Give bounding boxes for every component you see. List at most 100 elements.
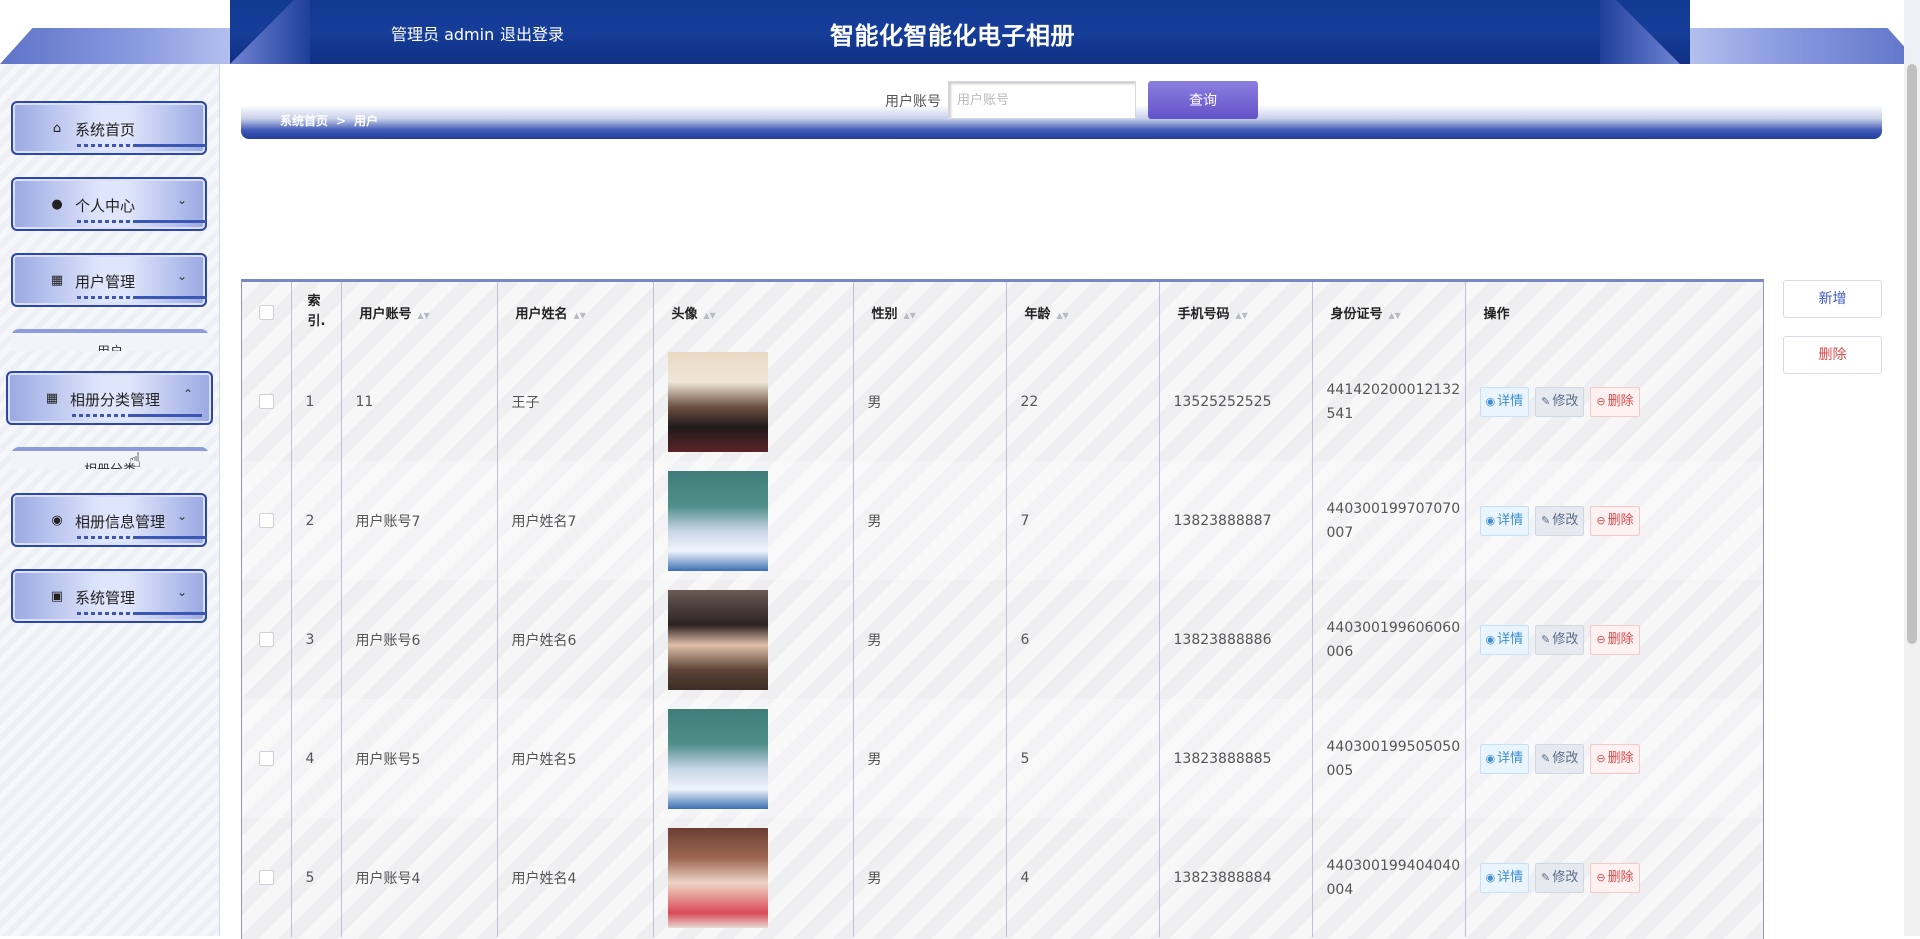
avatar-image[interactable]: [667, 589, 768, 690]
avatar-image[interactable]: [667, 708, 768, 809]
cell-id-number: 440300199505050 005: [1312, 699, 1466, 818]
row-checkbox[interactable]: [258, 870, 274, 885]
sidebar-item-album-info-management[interactable]: ◉ 相册信息管理 ⌄: [11, 493, 207, 547]
chevron-down-icon: ⌄: [176, 269, 187, 283]
sort-icon[interactable]: ▲▼: [1236, 311, 1248, 320]
detail-button[interactable]: ◉ 详情: [1479, 386, 1530, 417]
detail-button[interactable]: ◉ 详情: [1479, 505, 1530, 536]
search-button[interactable]: 查询: [1148, 81, 1258, 119]
cell-index: 1: [291, 342, 342, 461]
edit-button[interactable]: ✎ 修改: [1535, 624, 1585, 655]
delete-button[interactable]: ⊖ 删除: [1590, 386, 1640, 417]
chevron-up-icon: ⌃: [182, 387, 193, 401]
sort-icon[interactable]: ▲▼: [418, 311, 430, 320]
decor-dash: [137, 536, 207, 539]
cell-phone: 13823888887: [1159, 461, 1313, 580]
sidebar-item-user-management[interactable]: ▦ 用户管理 ⌄: [11, 253, 207, 307]
column-header-account[interactable]: 用户账号 ▲▼: [341, 282, 498, 342]
scrollbar-thumb[interactable]: [1907, 64, 1917, 644]
sort-icon[interactable]: ▲▼: [574, 311, 586, 320]
column-header-actions: 操作: [1465, 282, 1763, 342]
cell-account: 用户账号6: [341, 580, 498, 699]
eye-icon: ◉: [1485, 751, 1496, 765]
breadcrumb-current: 用户: [354, 114, 379, 128]
detail-button[interactable]: ◉ 详情: [1479, 862, 1530, 893]
vertical-scrollbar[interactable]: [1904, 64, 1920, 936]
sidebar-item-label: 相册分类管理: [70, 391, 161, 409]
delete-button[interactable]: ⊖ 删除: [1590, 862, 1640, 893]
row-checkbox[interactable]: [258, 632, 274, 647]
detail-label: 详情: [1497, 512, 1524, 528]
detail-button[interactable]: ◉ 详情: [1479, 743, 1530, 774]
column-header-avatar[interactable]: 头像 ▲▼: [653, 282, 854, 342]
add-button[interactable]: 新增: [1783, 280, 1882, 318]
sidebar: ⌂ 系统首页 ● 个人中心 ⌄ ▦ 用户管理 ⌄ 用户 ▦ 相册分类管理 ⌃ 相…: [0, 64, 220, 936]
id-number-line: 440300199606060: [1326, 619, 1461, 636]
cell-gender: 男: [853, 818, 1007, 937]
grid-icon: ▦: [45, 391, 59, 406]
cell-age: 4: [1006, 818, 1160, 937]
index-header-top: 索: [307, 294, 321, 309]
cell-age: 5: [1006, 699, 1160, 818]
cell-name: 用户姓名6: [497, 580, 654, 699]
avatar-image[interactable]: [667, 351, 768, 452]
column-header-phone[interactable]: 手机号码 ▲▼: [1159, 282, 1313, 342]
bulb-icon: ◉: [51, 513, 63, 528]
column-header-gender[interactable]: 性别 ▲▼: [853, 282, 1007, 342]
logout-link[interactable]: 退出登录: [500, 21, 564, 45]
eye-icon: ◉: [1485, 870, 1496, 884]
decor-dash: [137, 612, 207, 615]
sidebar-item-system-management[interactable]: ▣ 系统管理 ⌄: [11, 569, 207, 623]
id-number-line: 440300199505050: [1326, 738, 1461, 755]
sidebar-item-profile[interactable]: ● 个人中心 ⌄: [11, 177, 207, 231]
header-right-wing: [1688, 28, 1920, 64]
edit-label: 修改: [1552, 512, 1579, 528]
delete-button[interactable]: ⊖ 删除: [1590, 743, 1640, 774]
sidebar-subitem-label: 相册分类: [11, 459, 209, 469]
cell-index: 3: [291, 580, 342, 699]
edit-button[interactable]: ✎ 修改: [1535, 386, 1585, 417]
sort-icon[interactable]: ▲▼: [904, 311, 916, 320]
detail-button[interactable]: ◉ 详情: [1479, 624, 1530, 655]
column-header-name[interactable]: 用户姓名 ▲▼: [497, 282, 654, 342]
cell-id-number: 441420200012132 541: [1312, 342, 1466, 461]
batch-delete-button[interactable]: 删除: [1783, 336, 1882, 374]
detail-label: 详情: [1497, 750, 1524, 766]
breadcrumb-home[interactable]: 系统首页: [280, 114, 328, 128]
id-number-line: 004: [1326, 881, 1354, 898]
chat-icon: ▣: [50, 589, 64, 604]
column-header-age[interactable]: 年龄 ▲▼: [1006, 282, 1160, 342]
column-header-id-number[interactable]: 身份证号 ▲▼: [1312, 282, 1466, 342]
delete-button[interactable]: ⊖ 删除: [1590, 624, 1640, 655]
row-checkbox[interactable]: [258, 513, 274, 528]
sort-icon[interactable]: ▲▼: [704, 311, 716, 320]
pencil-icon: ✎: [1541, 751, 1551, 765]
cell-index: 2: [291, 461, 342, 580]
chevron-down-icon: ⌄: [176, 193, 187, 207]
row-checkbox[interactable]: [258, 751, 274, 766]
column-header-label: 身份证号: [1330, 306, 1383, 322]
sort-icon[interactable]: ▲▼: [1057, 311, 1069, 320]
cell-actions: ◉ 详情 ✎ 修改 ⊖ 删除: [1465, 461, 1763, 580]
row-checkbox[interactable]: [258, 394, 274, 409]
eye-icon: ◉: [1485, 513, 1496, 527]
avatar-image[interactable]: [667, 827, 768, 928]
sidebar-subitem-album-category[interactable]: 相册分类: [11, 447, 209, 469]
edit-button[interactable]: ✎ 修改: [1535, 505, 1585, 536]
avatar-image[interactable]: [667, 470, 768, 571]
edit-label: 修改: [1552, 393, 1579, 409]
sidebar-subitem-label: 用户: [11, 341, 209, 351]
sidebar-item-home[interactable]: ⌂ 系统首页: [11, 101, 207, 155]
edit-button[interactable]: ✎ 修改: [1535, 862, 1585, 893]
sidebar-subitem-users[interactable]: 用户: [11, 329, 209, 351]
sidebar-item-album-category-management[interactable]: ▦ 相册分类管理 ⌃: [6, 371, 213, 425]
edit-button[interactable]: ✎ 修改: [1535, 743, 1585, 774]
sidebar-item-label: 个人中心: [75, 197, 136, 215]
delete-button[interactable]: ⊖ 删除: [1590, 505, 1640, 536]
edit-label: 修改: [1552, 631, 1579, 647]
sort-icon[interactable]: ▲▼: [1389, 311, 1401, 320]
cell-name: 用户姓名4: [497, 818, 654, 937]
row-select-cell: [242, 580, 292, 699]
select-all-checkbox[interactable]: [258, 304, 274, 320]
search-input[interactable]: [948, 81, 1136, 119]
